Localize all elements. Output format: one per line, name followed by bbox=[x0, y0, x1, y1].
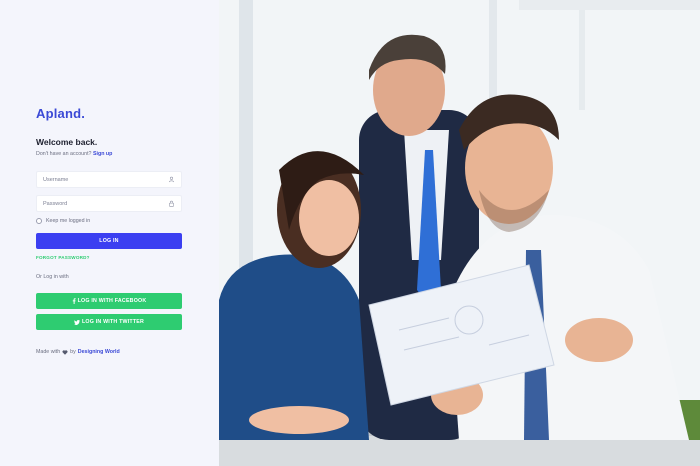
lock-icon bbox=[167, 200, 175, 208]
twitter-icon bbox=[73, 319, 80, 325]
made-with-credit: Made with by Designing World bbox=[36, 349, 120, 355]
forgot-password-link[interactable]: FORGOT PASSWORD? bbox=[36, 255, 90, 260]
or-login-with: Or Log in with bbox=[36, 274, 69, 280]
remember-label: Keep me logged in bbox=[46, 218, 91, 224]
signup-prompt-text: Don't have an account? bbox=[36, 151, 92, 157]
business-team-illustration bbox=[219, 0, 700, 466]
login-panel: Apland. Welcome back. Don't have an acco… bbox=[0, 0, 219, 466]
heart-icon bbox=[62, 349, 68, 355]
facebook-login-label: LOG IN WITH FACEBOOK bbox=[77, 298, 147, 304]
facebook-icon bbox=[72, 298, 76, 304]
signup-prompt: Don't have an account? Sign up bbox=[36, 151, 112, 157]
login-button[interactable]: LOG IN bbox=[36, 233, 182, 249]
made-with-text: Made with bbox=[36, 349, 61, 355]
twitter-login-button[interactable]: LOG IN WITH TWITTER bbox=[36, 314, 182, 330]
remember-checkbox[interactable] bbox=[36, 218, 42, 224]
username-input[interactable] bbox=[43, 176, 153, 183]
user-icon bbox=[167, 176, 175, 184]
app-logo[interactable]: Apland. bbox=[36, 106, 85, 121]
page-title: Welcome back. bbox=[36, 137, 98, 147]
password-input[interactable] bbox=[43, 200, 153, 207]
facebook-login-button[interactable]: LOG IN WITH FACEBOOK bbox=[36, 293, 182, 309]
username-field[interactable] bbox=[36, 171, 182, 188]
by-text: by bbox=[70, 349, 76, 355]
twitter-login-label: LOG IN WITH TWITTER bbox=[81, 319, 145, 325]
signup-link[interactable]: Sign up bbox=[93, 151, 112, 157]
author-link[interactable]: Designing World bbox=[78, 349, 120, 355]
hero-photo bbox=[219, 0, 700, 466]
remember-me[interactable]: Keep me logged in bbox=[36, 218, 90, 224]
password-field[interactable] bbox=[36, 195, 182, 212]
